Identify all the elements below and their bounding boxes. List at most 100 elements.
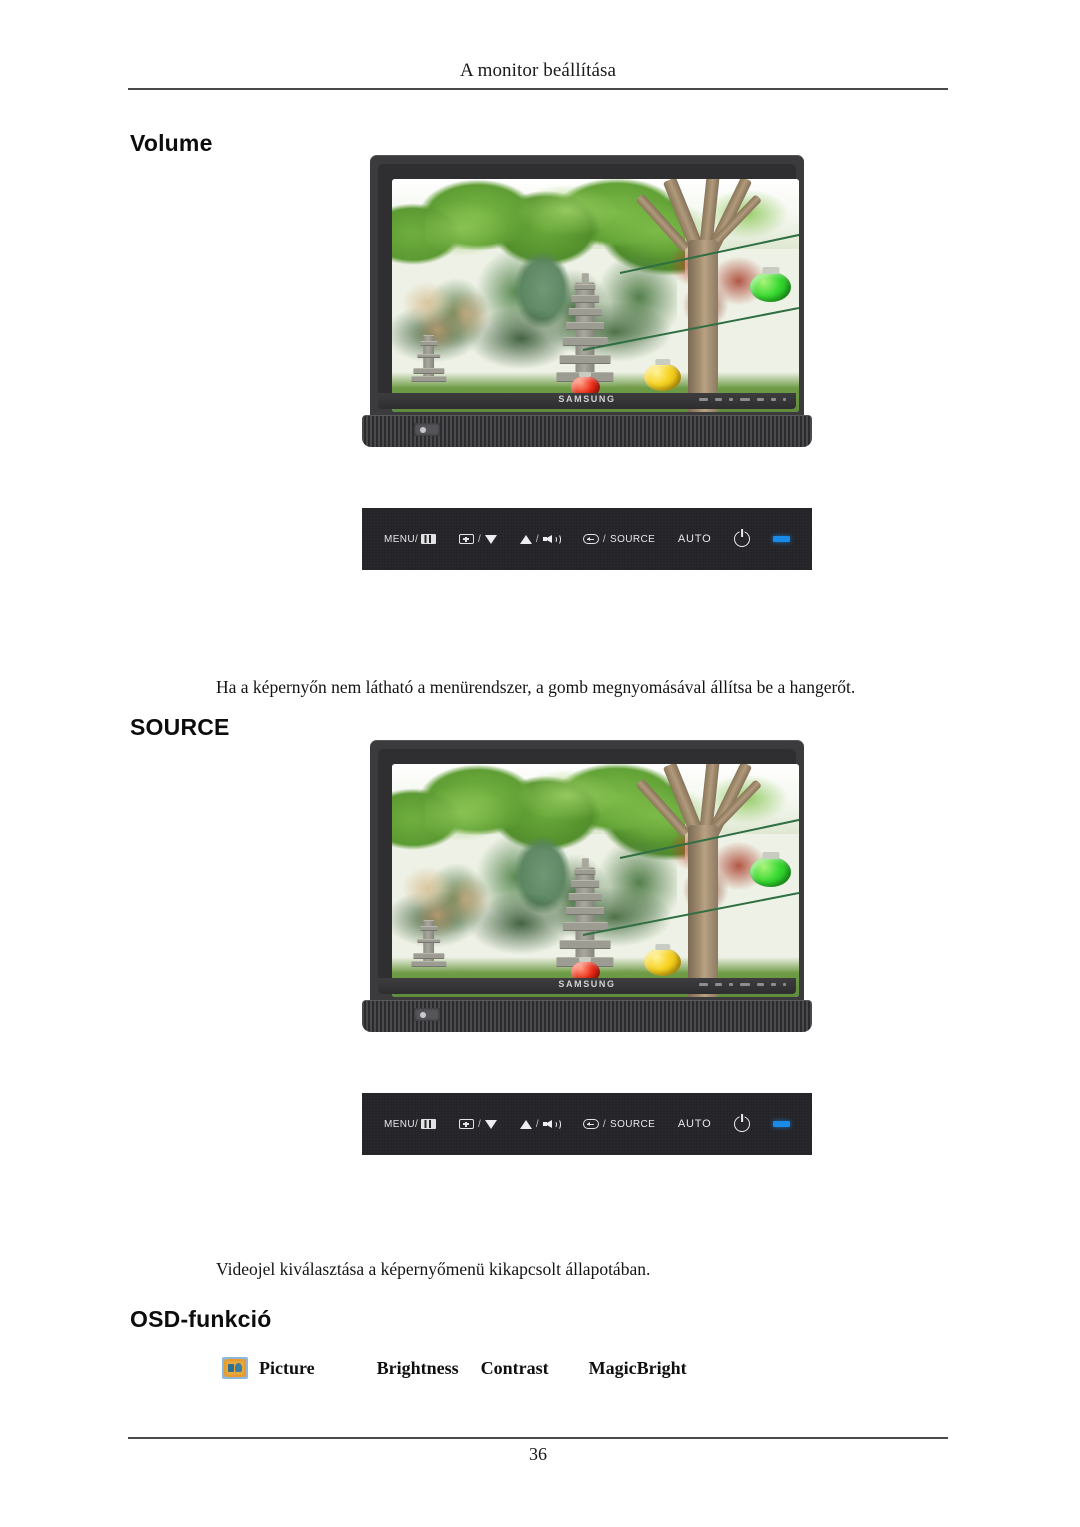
pagoda-tier [566, 322, 605, 331]
chin-mark [783, 398, 786, 401]
control-button-source[interactable]: / SOURCE [582, 1118, 655, 1130]
speaker-volume-icon [543, 1119, 561, 1130]
enter-icon [582, 534, 599, 544]
stone-pagoda-small [411, 333, 447, 384]
picture-osd-icon [222, 1357, 248, 1379]
chin-mark [729, 983, 733, 986]
pagoda-tier [574, 868, 596, 876]
monitor-screen [392, 179, 799, 412]
enter-icon [582, 1119, 599, 1129]
chin-mark [771, 398, 776, 401]
menu-bars-icon [421, 1119, 437, 1129]
control-button-down[interactable]: / [458, 1118, 498, 1130]
speaker-volume-icon [543, 534, 561, 545]
pagoda-tier [568, 308, 602, 316]
monitor-figure-volume: SAMSUNG [362, 155, 812, 455]
pagoda-tier [574, 283, 596, 291]
garden-scene-image [392, 179, 799, 412]
monitor-figure-source: SAMSUNG [362, 740, 812, 1040]
chin-mark [771, 983, 776, 986]
chin-mark [715, 983, 722, 986]
chin-mark [783, 983, 786, 986]
pagoda-tier [411, 961, 447, 967]
pagoda-tier [420, 341, 438, 346]
triangle-up-icon [519, 1119, 532, 1129]
monitor-screen [392, 764, 799, 997]
section-heading-source: SOURCE [130, 714, 230, 740]
monitor-illustration: SAMSUNG [362, 740, 812, 1040]
garden-scene-image [392, 764, 799, 997]
pagoda-tier [566, 907, 605, 916]
power-icon [734, 1116, 751, 1132]
monitor-speaker-base [362, 415, 812, 447]
control-button-auto[interactable]: AUTO [678, 533, 712, 545]
page-number: 36 [529, 1444, 547, 1464]
base-badge [414, 423, 440, 436]
triangle-up-icon [519, 534, 532, 544]
base-badge [414, 1008, 440, 1021]
page-header: A monitor beállítása [128, 60, 948, 82]
power-led-icon [772, 536, 790, 542]
samsung-logo: SAMSUNG [558, 979, 616, 989]
pagoda-tier [416, 938, 441, 944]
control-button-menu[interactable]: MENU/ [384, 533, 437, 545]
power-led-icon [772, 1121, 790, 1127]
running-head: A monitor beállítása [459, 60, 617, 81]
osd-item-contrast[interactable]: Contrast [481, 1358, 549, 1379]
header-divider [128, 88, 948, 90]
control-button-power[interactable] [734, 531, 751, 547]
control-button-volume-up[interactable]: / [519, 1118, 561, 1130]
menu-button-label: MENU/ [384, 533, 419, 545]
chin-button-markings [699, 983, 786, 986]
volume-button-separator: / [535, 1118, 540, 1130]
down-button-separator: / [477, 1118, 482, 1130]
control-button-down[interactable]: / [458, 533, 498, 545]
volume-button-separator: / [535, 533, 540, 545]
monitor-bezel [378, 749, 799, 997]
source-button-label: SOURCE [610, 533, 656, 545]
monitor-chin: SAMSUNG [378, 978, 796, 994]
monitor-speaker-base [362, 1000, 812, 1032]
monitor-body: SAMSUNG [370, 740, 804, 1028]
control-button-volume-up[interactable]: / [519, 533, 561, 545]
monitor-chin: SAMSUNG [378, 393, 796, 409]
chin-button-markings [699, 398, 786, 401]
pagoda-tier [420, 926, 438, 931]
pagoda-tier [412, 368, 445, 374]
control-button-auto[interactable]: AUTO [678, 1118, 712, 1130]
control-button-source[interactable]: / SOURCE [582, 533, 656, 545]
document-page: A monitor beállítása Volume SAMSUNG MENU… [0, 0, 1080, 1527]
chin-mark [757, 983, 764, 986]
power-icon [734, 531, 751, 547]
control-button-power[interactable] [734, 1116, 751, 1132]
pagoda-tier [416, 353, 441, 359]
chin-mark [699, 983, 708, 986]
power-led-indicator [772, 536, 790, 542]
chin-mark [740, 398, 750, 401]
osd-item-magicbright[interactable]: MagicBright [589, 1358, 687, 1379]
monitor-control-panel-volume[interactable]: MENU/ / / / SOURCE AUTO [362, 508, 812, 570]
auto-button-label: AUTO [677, 533, 712, 545]
stone-pagoda [556, 272, 614, 387]
osd-item-picture[interactable]: Picture [259, 1358, 315, 1379]
osd-item-brightness[interactable]: Brightness [377, 1358, 459, 1379]
source-button-separator: / [602, 1118, 606, 1130]
chin-mark [699, 398, 708, 401]
pagoda-tier [568, 893, 602, 901]
footer-divider [128, 1437, 948, 1439]
caption-volume: Ha a képernyőn nem látható a menürendsze… [216, 677, 856, 697]
pagoda-tier [559, 354, 611, 365]
pagoda-tier [559, 939, 611, 950]
stone-pagoda [556, 857, 614, 972]
chin-mark [715, 398, 722, 401]
monitor-illustration: SAMSUNG [362, 155, 812, 455]
control-button-menu[interactable]: MENU/ [384, 1118, 437, 1130]
stone-pagoda-small [411, 918, 447, 969]
menu-button-label: MENU/ [384, 1118, 419, 1130]
monitor-control-panel-source[interactable]: MENU/ / / / SOURCE AUTO [362, 1093, 812, 1155]
menu-bars-icon [421, 534, 437, 544]
triangle-down-icon [485, 534, 498, 544]
pagoda-tier [412, 953, 445, 959]
down-button-separator: / [477, 533, 482, 545]
caption-source: Videojel kiválasztása a képernyőmenü kik… [216, 1259, 651, 1279]
